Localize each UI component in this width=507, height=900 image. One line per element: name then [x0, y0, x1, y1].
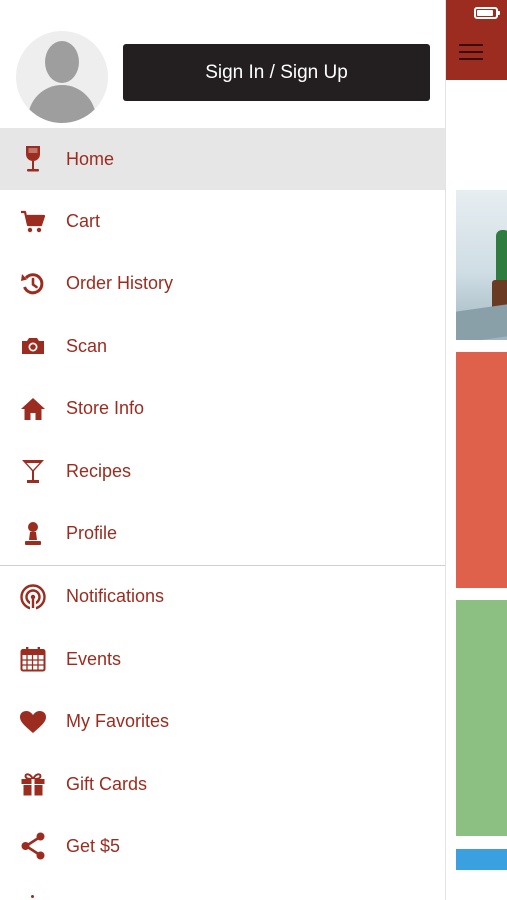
menu-item-label: Recipes	[66, 460, 132, 481]
green-promo-card[interactable]	[456, 600, 507, 836]
menu-item-label: Get $5	[66, 835, 121, 856]
menu-item-label: My Favorites	[66, 711, 170, 732]
gift-icon	[19, 770, 47, 798]
drawer-menu: Home Cart Order History Scan Store Info …	[0, 128, 445, 878]
menu-item-recipes[interactable]: Recipes	[0, 440, 445, 502]
camera-icon	[19, 332, 47, 360]
home-icon	[19, 395, 47, 423]
app-top-bar	[446, 0, 507, 80]
menu-item-profile[interactable]: Profile	[0, 502, 445, 564]
heart-icon	[19, 708, 47, 736]
battery-icon	[474, 7, 500, 19]
wine-glass-icon	[19, 145, 47, 173]
menu-item-my-favorites[interactable]: My Favorites	[0, 691, 445, 753]
background-app	[446, 0, 507, 900]
menu-item-label: Store Info	[66, 398, 145, 419]
menu-item-label: Home	[66, 148, 115, 169]
red-promo-card[interactable]	[456, 352, 507, 588]
menu-item-order-history[interactable]: Order History	[0, 253, 445, 315]
menu-item-notifications[interactable]: Notifications	[0, 566, 445, 628]
menu-item-store-info[interactable]: Store Info	[0, 378, 445, 440]
menu-item-get-5[interactable]: Get $5	[0, 815, 445, 877]
menu-item-gift-cards[interactable]: Gift Cards	[0, 753, 445, 815]
menu-item-label: Order History	[66, 273, 174, 294]
menu-item-cart[interactable]: Cart	[0, 190, 445, 252]
navigation-drawer: Sign In / Sign Up Home Cart Order Histor…	[0, 0, 446, 900]
menu-item-label: Events	[66, 648, 122, 669]
blue-promo-card[interactable]	[456, 849, 507, 870]
menu-item-label: Scan	[66, 335, 108, 356]
menu-item-label: Gift Cards	[66, 773, 148, 794]
share-icon	[19, 832, 47, 860]
broadcast-icon	[19, 583, 47, 611]
menu-item-label: Notifications	[66, 586, 165, 607]
sign-in-sign-up-button[interactable]: Sign In / Sign Up	[123, 44, 430, 101]
cart-icon	[19, 208, 47, 236]
calendar-icon	[19, 645, 47, 673]
next-menu-icon-partial	[31, 895, 34, 898]
drawer-header: Sign In / Sign Up	[0, 0, 445, 128]
featured-photo-card[interactable]	[456, 190, 507, 340]
menu-item-events[interactable]: Events	[0, 628, 445, 690]
avatar[interactable]	[16, 31, 108, 123]
hamburger-menu-icon[interactable]	[459, 40, 483, 62]
person-icon	[19, 520, 47, 548]
menu-item-scan[interactable]: Scan	[0, 315, 445, 377]
menu-item-home[interactable]: Home	[0, 128, 445, 191]
cocktail-icon	[19, 457, 47, 485]
menu-item-label: Profile	[66, 523, 118, 544]
history-icon	[19, 270, 47, 298]
menu-item-label: Cart	[66, 211, 101, 232]
